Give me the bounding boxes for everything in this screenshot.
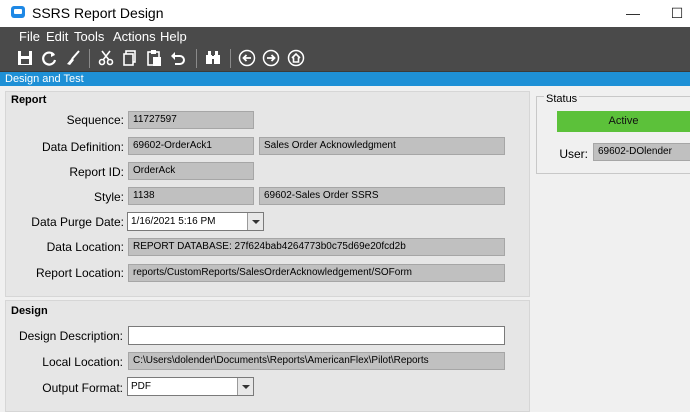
window-title: SSRS Report Design (32, 5, 164, 21)
undo-icon[interactable] (169, 49, 187, 67)
back-icon[interactable] (238, 49, 256, 67)
tab-bar: Design and Test (0, 72, 690, 86)
title-bar: SSRS Report Design — ☐ (0, 0, 690, 27)
menu-tools[interactable]: Tools (74, 29, 104, 44)
sequence-label: Sequence: (66, 113, 124, 127)
copy-icon[interactable] (121, 49, 139, 67)
report-location-label: Report Location: (35, 266, 124, 280)
data-definition-field[interactable]: 69602-OrderAck1 (128, 137, 254, 155)
style-label: Style: (93, 190, 124, 204)
output-format-value: PDF (131, 381, 151, 392)
menu-bar: File Edit Tools Actions Help (0, 27, 690, 46)
forward-icon[interactable] (262, 49, 280, 67)
menu-file[interactable]: File (19, 29, 40, 44)
data-purge-date-label: Data Purge Date: (31, 215, 124, 229)
report-id-field[interactable]: OrderAck (128, 162, 254, 180)
tab-design-and-test[interactable]: Design and Test (5, 72, 84, 86)
sequence-field: 11727597 (128, 111, 254, 129)
style-description: 69602-Sales Order SSRS (259, 187, 505, 205)
data-definition-label: Data Definition: (41, 140, 124, 154)
output-format-label: Output Format: (42, 381, 123, 395)
minimize-button[interactable]: — (618, 2, 648, 24)
chevron-down-icon[interactable] (247, 213, 263, 230)
app-icon (11, 6, 25, 18)
save-icon[interactable] (16, 49, 34, 67)
paste-icon[interactable] (145, 49, 163, 67)
clear-icon[interactable] (64, 49, 82, 67)
design-description-label: Design Description: (18, 329, 123, 343)
status-title: Status (544, 93, 580, 105)
local-location-label: Local Location: (42, 355, 123, 369)
menu-actions[interactable]: Actions (113, 29, 156, 44)
toolbar-separator (196, 49, 197, 68)
home-icon[interactable] (287, 49, 305, 67)
data-purge-date-value: 1/16/2021 5:16 PM (131, 216, 216, 227)
chevron-down-icon[interactable] (237, 378, 253, 395)
maximize-button[interactable]: ☐ (662, 2, 690, 24)
output-format-select[interactable]: PDF (127, 377, 254, 396)
design-description-input[interactable] (128, 326, 505, 345)
menu-edit[interactable]: Edit (46, 29, 68, 44)
style-field[interactable]: 1138 (128, 187, 254, 205)
refresh-icon[interactable] (40, 49, 58, 67)
report-location-field: reports/CustomReports/SalesOrderAcknowle… (128, 264, 505, 282)
status-badge: Active (557, 111, 690, 132)
data-purge-date-picker[interactable]: 1/16/2021 5:16 PM (127, 212, 264, 231)
data-location-field: REPORT DATABASE: 27f624bab4264773b0c75d6… (128, 238, 505, 256)
data-location-label: Data Location: (46, 240, 124, 254)
user-field: 69602-DOlender (593, 143, 690, 161)
local-location-field: C:\Users\dolender\Documents\Reports\Amer… (128, 352, 505, 370)
status-group (536, 96, 690, 174)
toolbar-separator (230, 49, 231, 68)
design-section-title: Design (11, 305, 48, 317)
report-id-label: Report ID: (69, 165, 124, 179)
data-definition-description: Sales Order Acknowledgment (259, 137, 505, 155)
menu-help[interactable]: Help (160, 29, 187, 44)
report-section-title: Report (11, 94, 47, 106)
binoculars-icon[interactable] (204, 49, 222, 67)
toolbar (0, 46, 690, 72)
user-label: User: (559, 147, 588, 161)
cut-icon[interactable] (97, 49, 115, 67)
toolbar-separator (89, 49, 90, 68)
